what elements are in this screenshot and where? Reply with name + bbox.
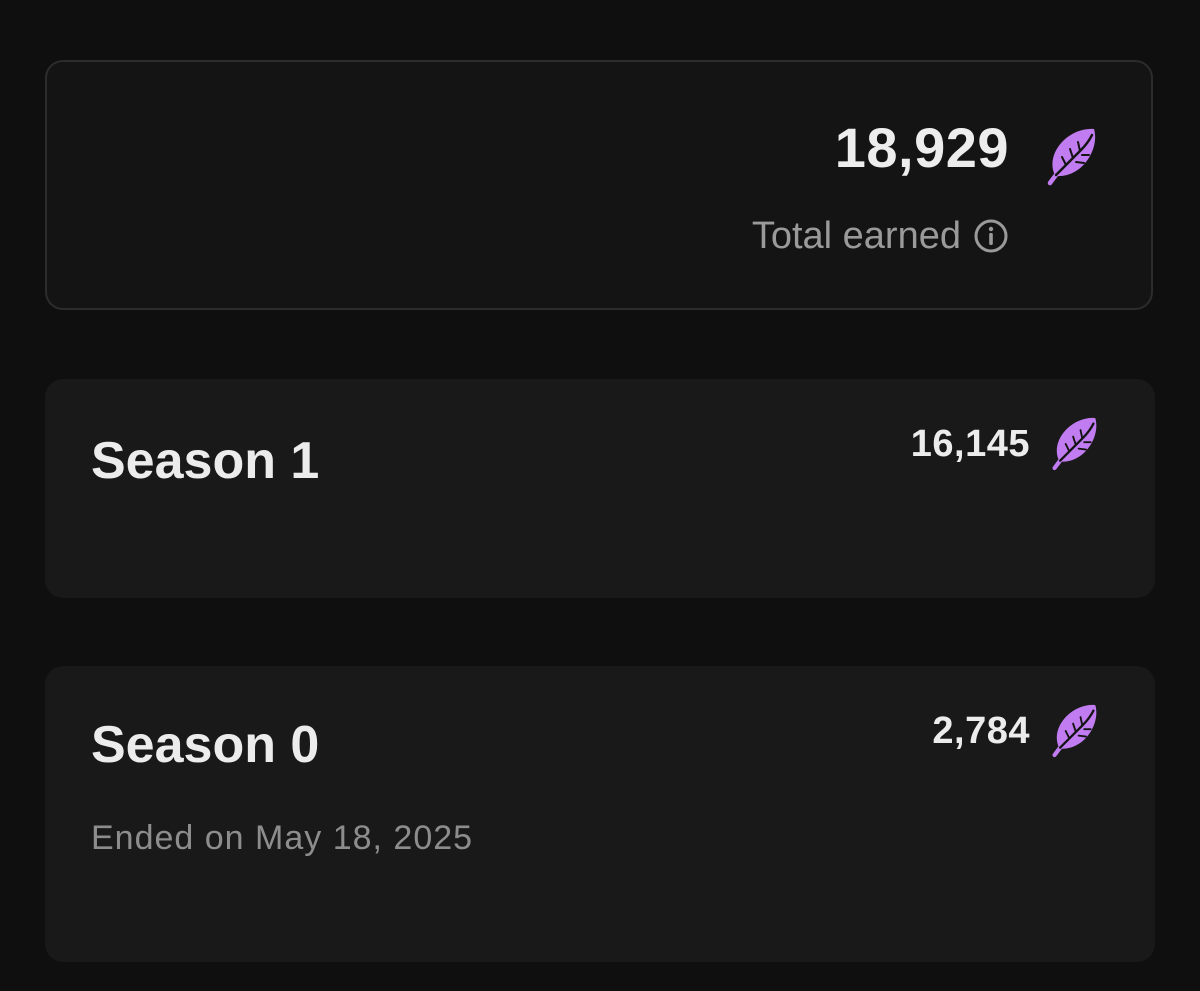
season-card[interactable]: Season 1 16,145 [45, 379, 1155, 598]
feather-icon [1049, 415, 1099, 473]
feather-icon [1049, 702, 1099, 760]
season-end-date: Ended on May 18, 2025 [91, 819, 474, 857]
season-title: Season 0 [91, 716, 320, 774]
total-earned-card: 18,929 Total earned [45, 60, 1153, 310]
season-amount: 16,145 [910, 423, 1030, 465]
total-earned-label: Total earned [751, 215, 961, 257]
season-title: Season 1 [91, 432, 320, 490]
feather-icon [1044, 126, 1098, 188]
total-amount: 18,929 [834, 116, 1009, 179]
season-amount: 2,784 [932, 710, 1030, 752]
info-icon[interactable] [973, 218, 1009, 254]
total-label-row: Total earned [752, 217, 1009, 255]
season-card[interactable]: Season 0 2,784 Ended on May 18, 2025 [45, 666, 1155, 962]
